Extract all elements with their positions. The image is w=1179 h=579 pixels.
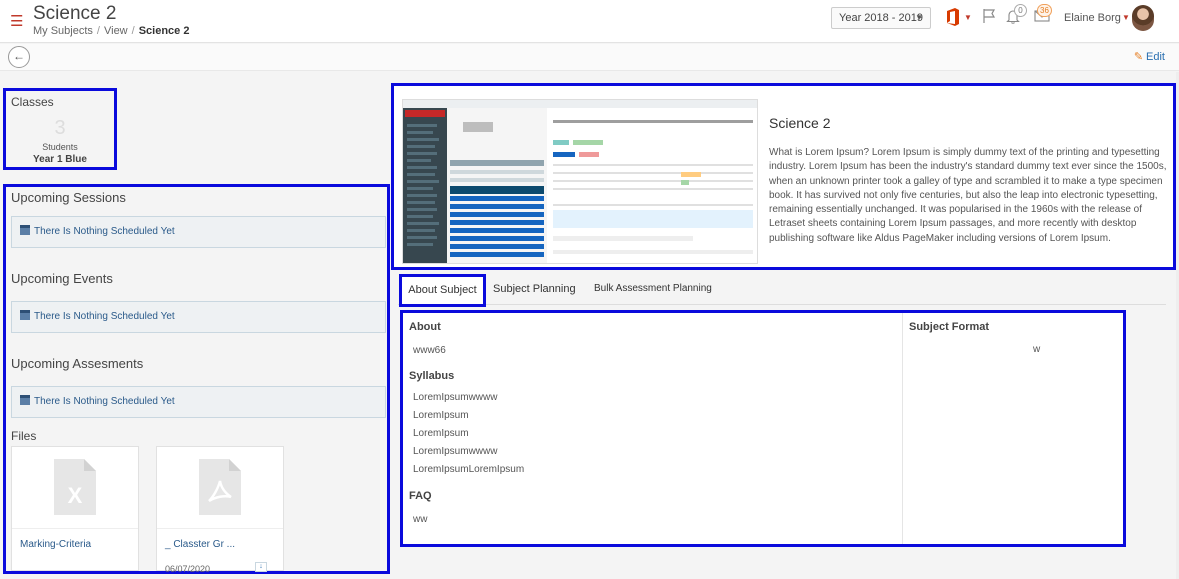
top-bar: ☰ Science 2 My Subjects / View / Science 2 Y… <box>0 0 1179 43</box>
chevron-down-icon: ▼ <box>915 13 923 22</box>
left-column: Classes 3 Students Year 1 Blue Upcoming … <box>0 72 390 579</box>
hamburger-menu-icon[interactable]: ☰ <box>10 14 23 29</box>
file-name[interactable]: _ Classter Gr ... <box>165 539 235 550</box>
subject-format-value: w <box>1033 344 1041 355</box>
class-name[interactable]: Year 1 Blue <box>6 154 114 165</box>
tab-bulk-assessment-planning[interactable]: Bulk Assessment Planning <box>594 283 712 294</box>
about-subject-panel: About www66 Syllabus LoremIpsumwwww Lore… <box>400 310 1126 547</box>
events-empty-message: There Is Nothing Scheduled Yet <box>11 301 386 333</box>
tab-about-subject[interactable]: About Subject <box>399 274 486 307</box>
messages-count-badge: 36 <box>1037 4 1052 17</box>
pencil-icon: ✎ <box>1133 51 1144 63</box>
office-apps-icon[interactable] <box>945 8 961 26</box>
subject-image <box>402 99 758 264</box>
page-title: Science 2 <box>33 3 117 24</box>
assessments-empty-text: There Is Nothing Scheduled Yet <box>34 396 175 407</box>
breadcrumb-current: Science 2 <box>138 25 190 37</box>
back-button[interactable]: ← <box>8 46 30 68</box>
file-card[interactable]: X Marking-Criteria <box>11 446 139 571</box>
notification-count-badge: 0 <box>1014 4 1027 17</box>
events-empty-text: There Is Nothing Scheduled Yet <box>34 311 175 322</box>
arrow-left-icon: ← <box>13 49 25 63</box>
subject-overview: Science 2 What is Lorem Ipsum? Lorem Ips… <box>391 83 1176 270</box>
sessions-empty-text: There Is Nothing Scheduled Yet <box>34 226 175 237</box>
syllabus-heading: Syllabus <box>409 370 455 382</box>
edit-button[interactable]: ✎ Edit <box>1134 50 1165 63</box>
file-card[interactable]: _ Classter Gr ... 06/07/2020 ↓ <box>156 446 284 574</box>
flag-icon[interactable] <box>982 8 996 24</box>
syllabus-item: LoremIpsumLoremIpsum <box>413 464 525 475</box>
faq-heading: FAQ <box>409 490 432 502</box>
file-thumbnail <box>157 447 283 529</box>
file-name[interactable]: Marking-Criteria <box>20 539 91 550</box>
file-thumbnail: X <box>12 447 138 529</box>
about-value: www66 <box>413 345 446 356</box>
files-heading: Files <box>11 429 37 443</box>
calendar-icon <box>20 310 30 320</box>
faq-value: ww <box>413 514 428 525</box>
year-select[interactable]: Year 2018 - 2019 ▼ <box>831 7 931 29</box>
upcoming-panel: Upcoming Sessions There Is Nothing Sched… <box>3 184 390 574</box>
action-bar: ← ✎ Edit <box>0 44 1179 71</box>
calendar-icon <box>20 225 30 235</box>
chevron-down-icon[interactable]: ▼ <box>964 13 972 22</box>
students-label: Students <box>42 142 78 152</box>
calendar-icon <box>20 395 30 405</box>
subject-format-heading: Subject Format <box>909 321 990 333</box>
syllabus-item: LoremIpsum <box>413 410 469 421</box>
svg-text:X: X <box>68 483 83 508</box>
subject-screenshot-image <box>403 100 757 263</box>
subject-description: What is Lorem Ipsum? Lorem Ipsum is simp… <box>769 147 1167 244</box>
file-date: 06/07/2020 <box>165 564 211 574</box>
pdf-icon <box>199 459 241 515</box>
syllabus-item: LoremIpsumwwww <box>413 392 498 403</box>
excel-icon: X <box>54 459 96 515</box>
download-icon[interactable]: ↓ <box>255 562 267 572</box>
chevron-down-icon[interactable]: ▼ <box>1122 13 1130 22</box>
edit-label: Edit <box>1146 51 1165 63</box>
classes-heading: Classes <box>11 95 54 109</box>
breadcrumb-my-subjects[interactable]: My Subjects <box>33 25 93 37</box>
classes-panel: Classes 3 Students Year 1 Blue <box>3 88 117 170</box>
breadcrumb: My Subjects / View / Science 2 <box>33 25 190 37</box>
upcoming-events-heading: Upcoming Events <box>11 271 113 286</box>
class-student-count: 3 <box>54 117 66 139</box>
breadcrumb-view[interactable]: View <box>104 25 128 37</box>
about-heading: About <box>409 321 441 333</box>
upcoming-assessments-heading: Upcoming Assesments <box>11 356 144 371</box>
avatar[interactable] <box>1132 5 1154 31</box>
sessions-empty-message: There Is Nothing Scheduled Yet <box>11 216 386 248</box>
assessments-empty-message: There Is Nothing Scheduled Yet <box>11 386 386 418</box>
right-column: Science 2 What is Lorem Ipsum? Lorem Ips… <box>390 72 1179 579</box>
about-column: About www66 Syllabus LoremIpsumwwww Lore… <box>403 313 903 544</box>
subject-title: Science 2 <box>769 115 831 131</box>
syllabus-item: LoremIpsumwwww <box>413 446 498 457</box>
tab-subject-planning[interactable]: Subject Planning <box>493 283 576 295</box>
upcoming-sessions-heading: Upcoming Sessions <box>11 190 126 205</box>
user-name[interactable]: Elaine Borg <box>1064 12 1121 24</box>
syllabus-item: LoremIpsum <box>413 428 469 439</box>
year-select-value: Year 2018 - 2019 <box>839 12 923 24</box>
subject-tabs: About Subject Subject Planning Bulk Asse… <box>398 274 1166 307</box>
